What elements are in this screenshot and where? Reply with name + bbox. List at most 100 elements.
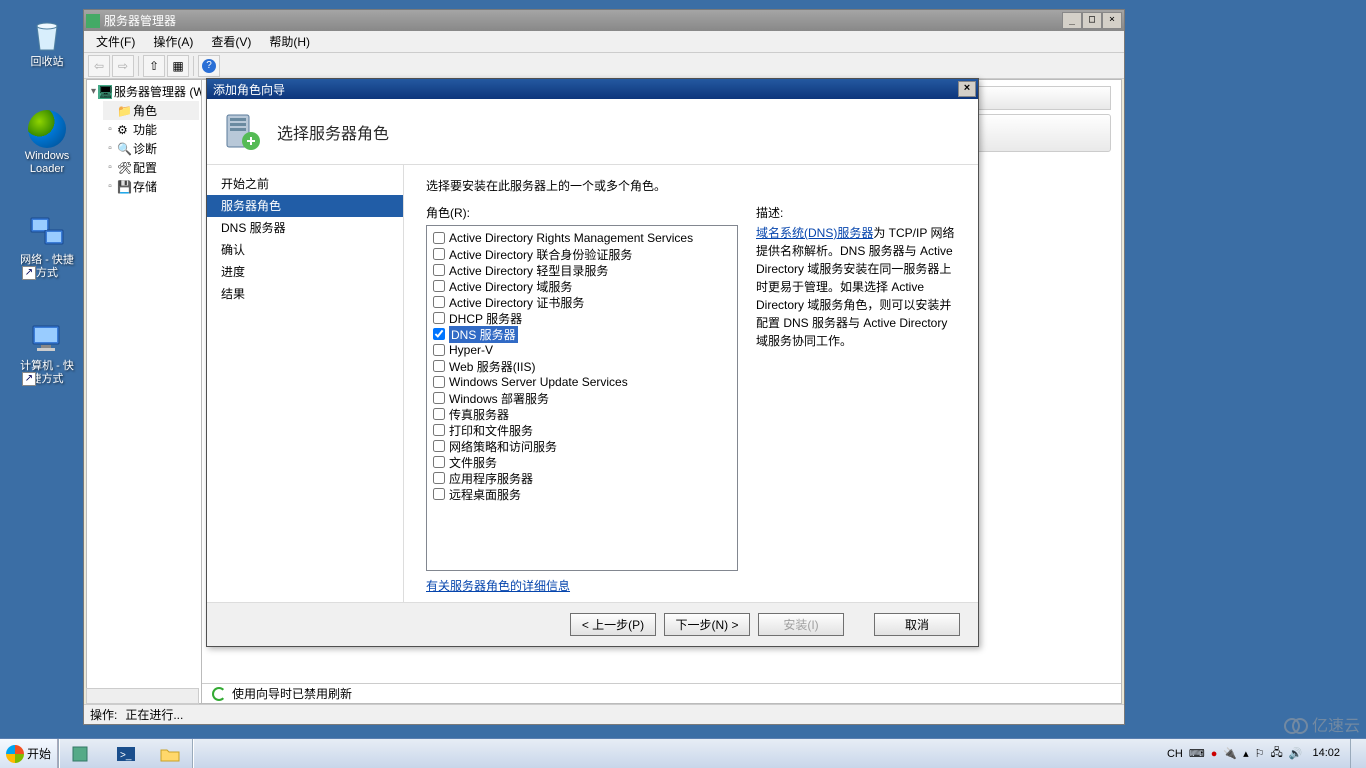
roles-list[interactable]: Active Directory Rights Management Servi… (426, 225, 738, 571)
role-item[interactable]: 网络策略和访问服务 (433, 438, 731, 454)
quicklaunch-powershell[interactable]: >_ (106, 742, 146, 766)
next-button[interactable]: 下一步(N) > (664, 613, 750, 636)
role-label: 远程桌面服务 (449, 486, 521, 503)
role-checkbox[interactable] (433, 232, 445, 244)
role-item[interactable]: DNS 服务器 (433, 326, 731, 342)
tree-horizontal-scrollbar[interactable] (86, 688, 199, 704)
tray-language[interactable]: CH (1167, 748, 1183, 760)
properties-button[interactable]: ▦ (167, 55, 189, 77)
role-item[interactable]: 应用程序服务器 (433, 470, 731, 486)
server-manager-statusbar: 操作: 正在进行... (84, 704, 1124, 724)
previous-button[interactable]: < 上一步(P) (570, 613, 656, 636)
minimize-button[interactable]: _ (1062, 12, 1082, 29)
refresh-status-bar: 使用向导时已禁用刷新 (202, 683, 1121, 703)
role-checkbox[interactable] (433, 472, 445, 484)
server-manager-toolbar: ⇦ ⇨ ⇧ ▦ ? (84, 53, 1124, 79)
tray-flag-icon[interactable]: ⚐ (1255, 747, 1265, 760)
tray-keyboard-icon[interactable]: ⌨ (1189, 747, 1205, 760)
quicklaunch-explorer[interactable] (150, 742, 190, 766)
tray-action-center-icon[interactable]: ● (1211, 748, 1218, 760)
system-tray: CH ⌨ ● 🔌 ▴ ⚐ 🖧 🔊 14:02 (1167, 739, 1366, 768)
wizard-titlebar[interactable]: 添加角色向导 × (207, 79, 978, 99)
nav-confirm[interactable]: 确认 (207, 239, 403, 261)
tree-roles[interactable]: 📁角色 (103, 101, 199, 120)
nav-before-begin[interactable]: 开始之前 (207, 173, 403, 195)
role-checkbox[interactable] (433, 424, 445, 436)
help-button[interactable]: ? (198, 55, 220, 77)
role-item[interactable]: 文件服务 (433, 454, 731, 470)
role-item[interactable]: Active Directory 域服务 (433, 278, 731, 294)
tree-storage[interactable]: ▫💾存储 (103, 177, 199, 196)
role-item[interactable]: Active Directory 轻型目录服务 (433, 262, 731, 278)
tree-root[interactable]: ▾🖥 服务器管理器 (W (89, 82, 199, 101)
nav-progress[interactable]: 进度 (207, 261, 403, 283)
maximize-button[interactable]: □ (1082, 12, 1102, 29)
role-checkbox[interactable] (433, 296, 445, 308)
role-item[interactable]: Windows Server Update Services (433, 374, 731, 390)
role-checkbox[interactable] (433, 360, 445, 372)
tray-clock[interactable]: 14:02 (1308, 747, 1344, 759)
tray-chevron-icon[interactable]: ▴ (1243, 747, 1249, 760)
role-item[interactable]: Windows 部署服务 (433, 390, 731, 406)
menu-view[interactable]: 查看(V) (205, 31, 257, 52)
tree-features[interactable]: ▫⚙功能 (103, 120, 199, 139)
role-label: Web 服务器(IIS) (449, 358, 535, 375)
refresh-icon (212, 687, 226, 701)
tree-configuration[interactable]: ▫🛠配置 (103, 158, 199, 177)
nav-server-roles[interactable]: 服务器角色 (207, 195, 403, 217)
desktop-icon-network-shortcut[interactable]: ↗ 网络 - 快捷 方式 (10, 212, 84, 280)
role-item[interactable]: 远程桌面服务 (433, 486, 731, 502)
nav-dns-server[interactable]: DNS 服务器 (207, 217, 403, 239)
role-checkbox[interactable] (433, 344, 445, 356)
role-item[interactable]: Active Directory 证书服务 (433, 294, 731, 310)
role-checkbox[interactable] (433, 488, 445, 500)
tree-diagnostics[interactable]: ▫🔍诊断 (103, 139, 199, 158)
cancel-button[interactable]: 取消 (874, 613, 960, 636)
role-checkbox[interactable] (433, 312, 445, 324)
desktop-icon-windows-loader[interactable]: Windows Loader (10, 110, 84, 176)
role-item[interactable]: 传真服务器 (433, 406, 731, 422)
role-checkbox[interactable] (433, 280, 445, 292)
description-link[interactable]: 域名系统(DNS)服务器 (756, 226, 873, 240)
role-item[interactable]: 打印和文件服务 (433, 422, 731, 438)
description-body: 为 TCP/IP 网络提供名称解析。DNS 服务器与 Active Direct… (756, 226, 954, 348)
role-checkbox[interactable] (433, 248, 445, 260)
server-manager-tree[interactable]: ▾🖥 服务器管理器 (W 📁角色 ▫⚙功能 ▫🔍诊断 ▫🛠配置 ▫💾存储 (87, 80, 202, 703)
role-item[interactable]: Web 服务器(IIS) (433, 358, 731, 374)
role-checkbox[interactable] (433, 456, 445, 468)
install-button[interactable]: 安装(I) (758, 613, 844, 636)
quicklaunch-server-manager[interactable] (62, 742, 102, 766)
role-checkbox[interactable] (433, 328, 445, 340)
server-manager-titlebar[interactable]: 服务器管理器 _ □ × (84, 10, 1124, 31)
role-checkbox[interactable] (433, 392, 445, 404)
desktop-icon-recycle-bin[interactable]: 回收站 (10, 14, 84, 69)
role-checkbox[interactable] (433, 440, 445, 452)
tray-network-icon[interactable]: 🖧 (1271, 744, 1283, 763)
role-checkbox[interactable] (433, 264, 445, 276)
show-desktop-button[interactable] (1350, 739, 1360, 768)
start-button[interactable]: 开始 (0, 739, 58, 768)
menu-action[interactable]: 操作(A) (147, 31, 199, 52)
role-checkbox[interactable] (433, 376, 445, 388)
role-label: 打印和文件服务 (449, 422, 533, 439)
more-info-link[interactable]: 有关服务器角色的详细信息 (426, 577, 738, 594)
wizard-main: 选择要安装在此服务器上的一个或多个角色。 角色(R): Active Direc… (404, 165, 978, 602)
menu-file[interactable]: 文件(F) (90, 31, 141, 52)
wizard-close-button[interactable]: × (958, 81, 976, 97)
up-button[interactable]: ⇧ (143, 55, 165, 77)
close-button[interactable]: × (1102, 12, 1122, 29)
role-item[interactable]: Active Directory Rights Management Servi… (433, 230, 731, 246)
role-checkbox[interactable] (433, 408, 445, 420)
tray-power-icon[interactable]: 🔌 (1223, 747, 1237, 760)
back-button[interactable]: ⇦ (88, 55, 110, 77)
role-item[interactable]: Active Directory 联合身份验证服务 (433, 246, 731, 262)
desktop-icon-computer-shortcut[interactable]: ↗ 计算机 - 快 捷方式 (10, 318, 84, 386)
wizard-header-icon (221, 111, 263, 153)
tray-volume-icon[interactable]: 🔊 (1289, 747, 1303, 760)
role-item[interactable]: DHCP 服务器 (433, 310, 731, 326)
forward-button[interactable]: ⇨ (112, 55, 134, 77)
menu-help[interactable]: 帮助(H) (263, 31, 316, 52)
shortcut-arrow-icon: ↗ (22, 372, 36, 386)
nav-result[interactable]: 结果 (207, 283, 403, 305)
role-item[interactable]: Hyper-V (433, 342, 731, 358)
